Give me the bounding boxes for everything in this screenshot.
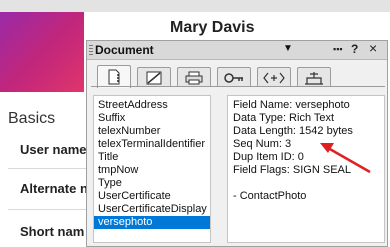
list-item[interactable]: telexTerminalIdentifier xyxy=(98,138,205,151)
properties-title: Document xyxy=(95,43,154,57)
field-info-panel: Field Name: versephoto Data Type: Rich T… xyxy=(227,95,385,243)
close-button[interactable]: × xyxy=(369,40,377,56)
help-button[interactable]: ? xyxy=(351,42,358,56)
chevron-down-icon[interactable]: ▼ xyxy=(283,43,293,54)
data-type-info: Data Type: Rich Text xyxy=(233,112,335,124)
dup-item-id-info: Dup Item ID: 0 xyxy=(233,151,304,163)
properties-tabs xyxy=(91,65,385,88)
tab-security[interactable] xyxy=(217,67,251,87)
tab-html-tags[interactable] xyxy=(257,67,291,87)
divider xyxy=(8,168,88,169)
fields-tab-icon xyxy=(146,71,162,84)
section-heading-basics: Basics xyxy=(8,110,56,127)
field-label-user-name: User name xyxy=(20,142,87,157)
tab-printing[interactable] xyxy=(177,67,211,87)
field-label-short-name: Short nam xyxy=(20,224,85,239)
seq-num-info: Seq Num: 3 xyxy=(233,138,292,150)
key-icon xyxy=(224,72,243,83)
divider xyxy=(8,209,88,210)
list-item[interactable]: Title xyxy=(98,151,118,164)
top-strip xyxy=(0,0,390,12)
contact-name: Mary Davis xyxy=(170,19,255,36)
list-item[interactable]: telexNumber xyxy=(98,125,160,138)
field-list[interactable]: StreetAddress Suffix telexNumber telexTe… xyxy=(93,95,211,243)
field-source-info: - ContactPhoto xyxy=(233,190,307,202)
info-tab-icon xyxy=(108,69,120,85)
field-label-alternate-name: Alternate n xyxy=(20,181,88,196)
tab-info[interactable] xyxy=(97,65,131,88)
list-item[interactable]: UserCertificateDisplay xyxy=(98,203,207,216)
tab-design[interactable] xyxy=(297,67,331,87)
properties-titlebar[interactable]: Document ▼ ▪▪▪ ? × xyxy=(87,40,387,60)
document-properties-panel: Document ▼ ▪▪▪ ? × StreetAddress Suffix … xyxy=(86,40,388,247)
field-flags-info: Field Flags: SIGN SEAL xyxy=(233,164,351,176)
contact-banner-image xyxy=(0,12,84,92)
list-item[interactable]: StreetAddress xyxy=(98,99,168,112)
design-tab-icon xyxy=(305,71,323,85)
drag-grip-icon[interactable] xyxy=(89,45,93,55)
list-item[interactable]: tmpNow xyxy=(98,164,138,177)
tab-divider xyxy=(91,86,385,87)
list-item[interactable]: Suffix xyxy=(98,112,125,125)
options-icon[interactable]: ▪▪▪ xyxy=(333,44,343,54)
list-item[interactable]: UserCertificate xyxy=(98,190,171,203)
printer-icon xyxy=(185,71,203,84)
html-tags-icon xyxy=(263,72,285,83)
list-item[interactable]: Type xyxy=(98,177,122,190)
tab-fields[interactable] xyxy=(137,67,171,87)
field-name-info: Field Name: versephoto xyxy=(233,99,350,111)
data-length-info: Data Length: 1542 bytes xyxy=(233,125,353,137)
list-item-selected[interactable]: versephoto xyxy=(94,216,210,229)
